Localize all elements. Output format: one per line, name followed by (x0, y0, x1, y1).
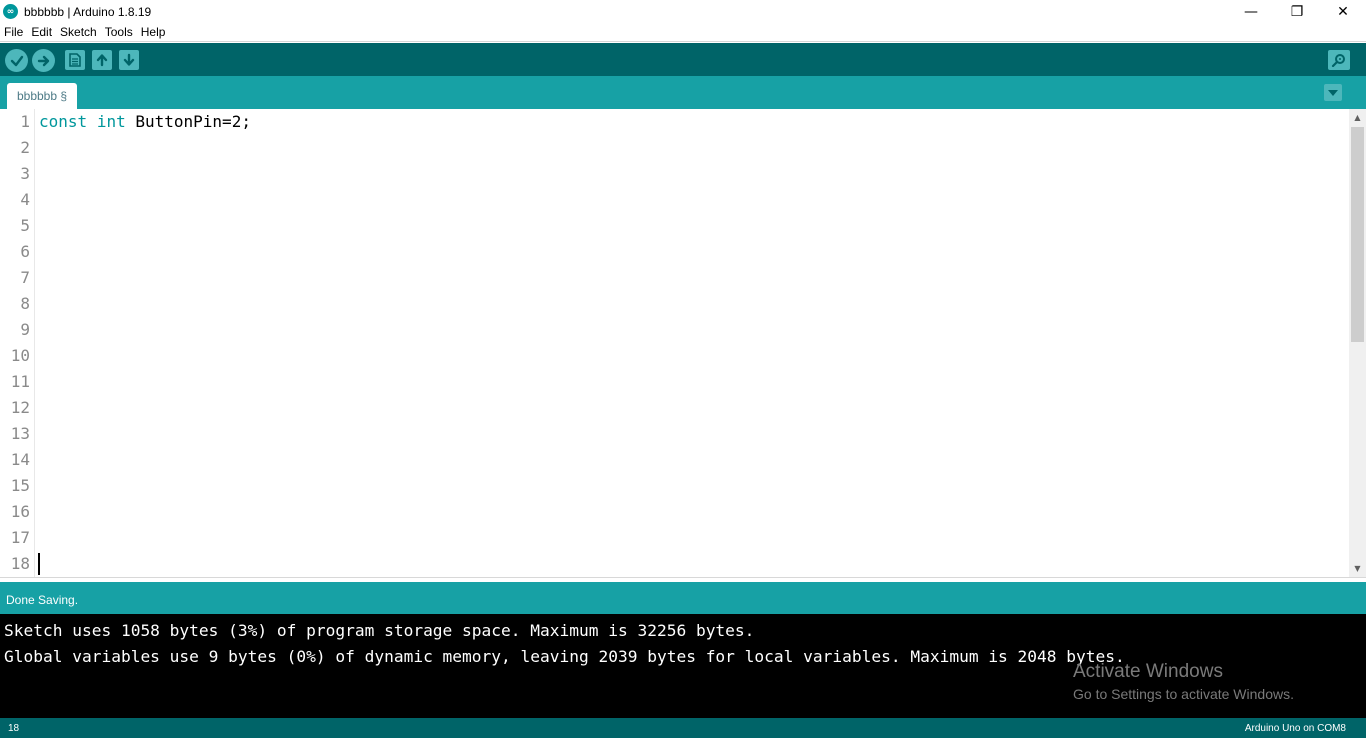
close-button[interactable]: ✕ (1320, 0, 1366, 23)
line-number: 7 (20, 268, 30, 287)
line-number: 3 (20, 164, 30, 183)
activation-watermark-subtitle: Go to Settings to activate Windows. (1073, 686, 1294, 702)
board-port-info: Arduino Uno on COM8 (1244, 723, 1346, 734)
line-number: 10 (10, 346, 30, 365)
code-line[interactable]: const int ButtonPin=2; (39, 109, 251, 135)
arrow-right-icon (37, 55, 49, 66)
menu-help[interactable]: Help (141, 25, 166, 39)
scroll-thumb[interactable] (1351, 127, 1364, 342)
line-number: 9 (20, 320, 30, 339)
window-controls: — ❐ ✕ (1228, 0, 1366, 23)
minimize-button[interactable]: — (1228, 0, 1274, 23)
restore-button[interactable]: ❐ (1274, 0, 1320, 23)
chevron-down-icon (1328, 89, 1338, 96)
code-editor[interactable]: 1 2 3 4 5 6 7 8 9 10 11 12 13 14 15 16 1… (0, 109, 1366, 577)
line-number: 6 (20, 242, 30, 261)
status-message: Done Saving. (6, 593, 79, 607)
keyword-const: const (39, 112, 88, 131)
menu-bar: File Edit Sketch Tools Help (0, 23, 1366, 42)
tab-strip: bbbbbb § (0, 76, 1366, 109)
new-file-icon (69, 53, 81, 67)
console-line: Sketch uses 1058 bytes (3%) of program s… (4, 621, 755, 640)
arduino-logo-icon: ∞ (3, 4, 18, 19)
line-number: 12 (10, 398, 30, 417)
toolbar (0, 43, 1366, 76)
message-status-bar: Done Saving. (0, 582, 1366, 614)
line-number: 16 (10, 502, 30, 521)
new-button[interactable] (65, 50, 85, 70)
verify-button[interactable] (5, 49, 28, 72)
menu-file[interactable]: File (4, 25, 23, 39)
line-number: 11 (10, 372, 30, 391)
line-number: 17 (10, 528, 30, 547)
title-bar: ∞ bbbbbb | Arduino 1.8.19 — ❐ ✕ (0, 0, 1366, 23)
line-number: 18 (10, 554, 30, 573)
line-number-gutter: 1 2 3 4 5 6 7 8 9 10 11 12 13 14 15 16 1… (0, 109, 35, 577)
editor-scrollbar[interactable]: ▲ ▼ (1349, 109, 1366, 577)
arrow-down-icon (123, 53, 135, 66)
scroll-up-arrow-icon[interactable]: ▲ (1349, 109, 1366, 126)
keyword-int: int (96, 112, 126, 131)
line-number: 1 (20, 112, 30, 131)
tab-menu-button[interactable] (1324, 84, 1342, 101)
line-number: 5 (20, 216, 30, 235)
console-line: Global variables use 9 bytes (0%) of dyn… (4, 647, 1125, 666)
current-line-indicator: 18 (8, 723, 20, 734)
output-console[interactable]: Sketch uses 1058 bytes (3%) of program s… (0, 614, 1366, 718)
serial-monitor-button[interactable] (1328, 50, 1350, 70)
open-button[interactable] (92, 50, 112, 70)
line-number: 13 (10, 424, 30, 443)
text-cursor (38, 553, 40, 575)
check-icon (10, 55, 23, 66)
line-number: 14 (10, 450, 30, 469)
activation-watermark-title: Activate Windows (1073, 661, 1223, 682)
upload-button[interactable] (32, 49, 55, 72)
menu-tools[interactable]: Tools (105, 25, 133, 39)
menu-sketch[interactable]: Sketch (60, 25, 97, 39)
line-number: 2 (20, 138, 30, 157)
magnifier-icon (1331, 54, 1345, 67)
window-title: bbbbbb | Arduino 1.8.19 (24, 4, 152, 19)
line-number: 15 (10, 476, 30, 495)
menu-edit[interactable]: Edit (31, 25, 52, 39)
save-button[interactable] (119, 50, 139, 70)
scroll-down-arrow-icon[interactable]: ▼ (1349, 560, 1366, 577)
arrow-up-icon (96, 54, 108, 67)
bottom-status-bar: 18 Arduino Uno on COM8 (0, 718, 1366, 738)
line-number: 8 (20, 294, 30, 313)
code-identifier: ButtonPin=2; (135, 112, 251, 131)
line-number: 4 (20, 190, 30, 209)
tab-sketch[interactable]: bbbbbb § (7, 83, 77, 109)
